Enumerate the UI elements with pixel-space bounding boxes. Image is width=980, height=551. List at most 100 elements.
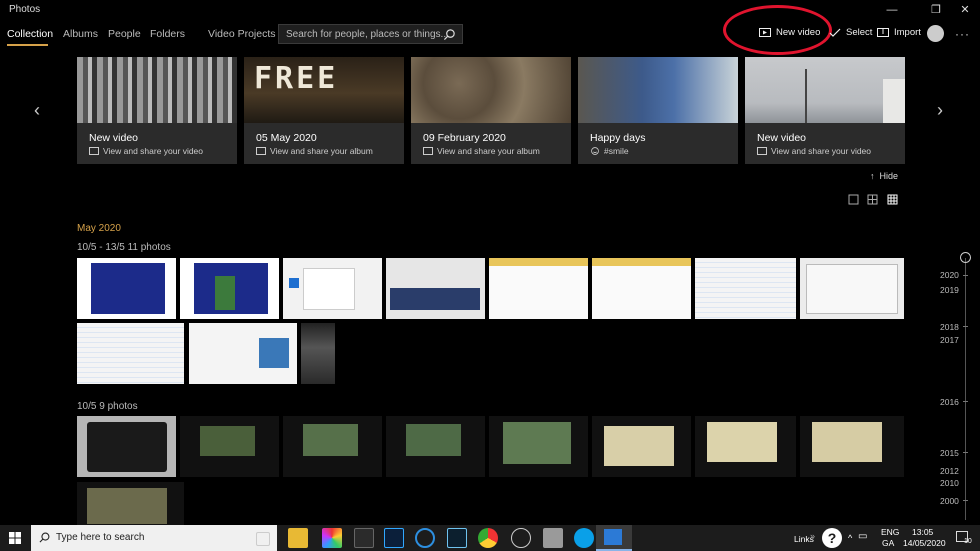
edge-icon[interactable] bbox=[415, 528, 435, 548]
timeline-year[interactable]: 2016 bbox=[940, 397, 959, 407]
app-title: Photos bbox=[9, 4, 41, 15]
photo-thumbnail[interactable] bbox=[592, 416, 691, 477]
lightroom-icon[interactable] bbox=[447, 528, 467, 548]
tab-collection[interactable]: Collection bbox=[7, 28, 53, 40]
app-icon[interactable] bbox=[543, 528, 563, 548]
timeline-year[interactable]: 2010 bbox=[940, 478, 959, 488]
photo-thumbnail[interactable] bbox=[489, 258, 588, 319]
photo-thumbnail[interactable] bbox=[301, 323, 335, 384]
card-subtitle: View and share your video bbox=[89, 146, 203, 156]
group-heading-1[interactable]: 10/5 - 13/5 11 photos bbox=[77, 242, 171, 253]
avatar[interactable] bbox=[927, 25, 944, 42]
card-subtitle: View and share your video bbox=[757, 146, 871, 156]
card-subtitle: #smile bbox=[590, 146, 629, 156]
photo-thumbnail[interactable] bbox=[386, 416, 485, 477]
tab-people[interactable]: People bbox=[108, 28, 141, 40]
photo-thumbnail[interactable] bbox=[592, 258, 691, 319]
app-icon[interactable] bbox=[511, 528, 531, 548]
search-input[interactable]: Search for people, places or things... bbox=[278, 24, 463, 44]
card-title: 05 May 2020 bbox=[256, 132, 317, 144]
card-new-video-2[interactable]: New video View and share your video bbox=[745, 57, 905, 164]
photo-thumbnail[interactable] bbox=[386, 258, 485, 319]
chevron-right-icon[interactable]: › bbox=[937, 100, 943, 121]
timeline-year[interactable]: 2012 bbox=[940, 466, 959, 476]
color-app-icon[interactable] bbox=[322, 528, 342, 548]
new-video-button[interactable]: New video bbox=[759, 27, 820, 38]
minimize-button[interactable]: — bbox=[877, 2, 907, 18]
language-bottom[interactable]: GA bbox=[882, 538, 894, 548]
more-options-icon[interactable]: ··· bbox=[955, 27, 970, 41]
clock-time[interactable]: 13:05 bbox=[912, 527, 933, 537]
card-album-05-may-2020[interactable]: FREE 05 May 2020 View and share your alb… bbox=[244, 57, 404, 164]
language-top[interactable]: ENG bbox=[881, 527, 899, 537]
timeline-year[interactable]: 2018 bbox=[940, 322, 959, 332]
timeline-year[interactable]: 2015 bbox=[940, 448, 959, 458]
timeline-tick bbox=[963, 275, 968, 276]
photo-thumbnail[interactable] bbox=[189, 323, 297, 384]
photo-thumbnail[interactable] bbox=[489, 416, 588, 477]
timeline-track[interactable] bbox=[965, 258, 966, 520]
clock-date[interactable]: 14/05/2020 bbox=[903, 538, 946, 548]
photos-taskbar-button[interactable] bbox=[596, 525, 632, 551]
video-icon bbox=[89, 147, 99, 155]
search-icon[interactable] bbox=[443, 28, 456, 41]
photo-thumbnail[interactable] bbox=[77, 416, 176, 477]
card-title: New video bbox=[757, 132, 807, 144]
import-label: Import bbox=[894, 27, 921, 38]
card-new-video-1[interactable]: New video View and share your video bbox=[77, 57, 237, 164]
help-icon[interactable]: ? bbox=[822, 528, 842, 548]
tab-video-projects[interactable]: Video Projects bbox=[208, 28, 276, 40]
photo-thumbnail[interactable] bbox=[180, 258, 279, 319]
small-view-icon[interactable] bbox=[887, 194, 898, 205]
import-button[interactable]: Import bbox=[877, 27, 921, 38]
card-thumbnail bbox=[578, 57, 738, 123]
chrome-icon[interactable] bbox=[478, 528, 498, 548]
timeline-tick bbox=[963, 452, 968, 453]
hide-button[interactable]: ↑ Hide bbox=[870, 171, 898, 181]
timeline-year[interactable]: 2017 bbox=[940, 335, 959, 345]
timeline-year[interactable]: 2019 bbox=[940, 285, 959, 295]
timeline-tick bbox=[963, 326, 968, 327]
group-heading-2[interactable]: 10/5 9 photos bbox=[77, 401, 138, 412]
select-icon bbox=[829, 28, 841, 37]
photo-thumbnail[interactable] bbox=[180, 416, 279, 477]
timeline-year[interactable]: 2020 bbox=[940, 270, 959, 280]
photo-thumbnail[interactable] bbox=[77, 323, 184, 384]
card-thumbnail bbox=[77, 57, 237, 123]
photo-thumbnail[interactable] bbox=[77, 258, 176, 319]
card-album-09-february-2020[interactable]: 09 February 2020 View and share your alb… bbox=[411, 57, 571, 164]
photo-thumbnail[interactable] bbox=[800, 416, 904, 477]
close-button[interactable]: ✕ bbox=[950, 2, 980, 18]
network-icon[interactable]: ▭ bbox=[858, 531, 867, 542]
chevron-left-icon[interactable]: ‹ bbox=[34, 100, 40, 121]
medium-view-icon[interactable] bbox=[867, 194, 878, 205]
tab-folders[interactable]: Folders bbox=[150, 28, 185, 40]
app-icon[interactable] bbox=[354, 528, 374, 548]
windows-start-icon[interactable] bbox=[9, 532, 21, 544]
taskbar: Type here to search Links » ? ^ ▭ ENG GA… bbox=[0, 525, 980, 551]
skype-icon[interactable] bbox=[574, 528, 594, 548]
select-button[interactable]: Select bbox=[829, 27, 872, 38]
photo-thumbnail[interactable] bbox=[283, 258, 382, 319]
timeline-handle[interactable] bbox=[960, 252, 971, 263]
photo-thumbnail[interactable] bbox=[77, 482, 184, 525]
taskbar-search-box[interactable]: Type here to search bbox=[31, 525, 277, 551]
task-view-icon[interactable] bbox=[256, 532, 270, 546]
tab-albums[interactable]: Albums bbox=[63, 28, 98, 40]
card-thumbnail bbox=[745, 57, 905, 123]
photo-thumbnail[interactable] bbox=[283, 416, 382, 477]
photoshop-icon[interactable] bbox=[384, 528, 404, 548]
large-view-icon[interactable] bbox=[848, 194, 859, 205]
chevron-right-icon[interactable]: » bbox=[810, 531, 815, 541]
card-happy-days[interactable]: Happy days #smile bbox=[578, 57, 738, 164]
photo-thumbnail[interactable] bbox=[800, 258, 904, 319]
notification-count: 10 bbox=[964, 538, 972, 545]
photo-thumbnail[interactable] bbox=[695, 416, 796, 477]
system-tray-chevron-icon[interactable]: ^ bbox=[848, 533, 852, 543]
photo-thumbnail[interactable] bbox=[695, 258, 796, 319]
taskbar-search-text: Type here to search bbox=[56, 532, 145, 543]
restore-button[interactable]: ❐ bbox=[921, 2, 951, 18]
file-explorer-icon[interactable] bbox=[288, 528, 308, 548]
smile-icon bbox=[591, 147, 599, 155]
timeline-year[interactable]: 2000 bbox=[940, 496, 959, 506]
